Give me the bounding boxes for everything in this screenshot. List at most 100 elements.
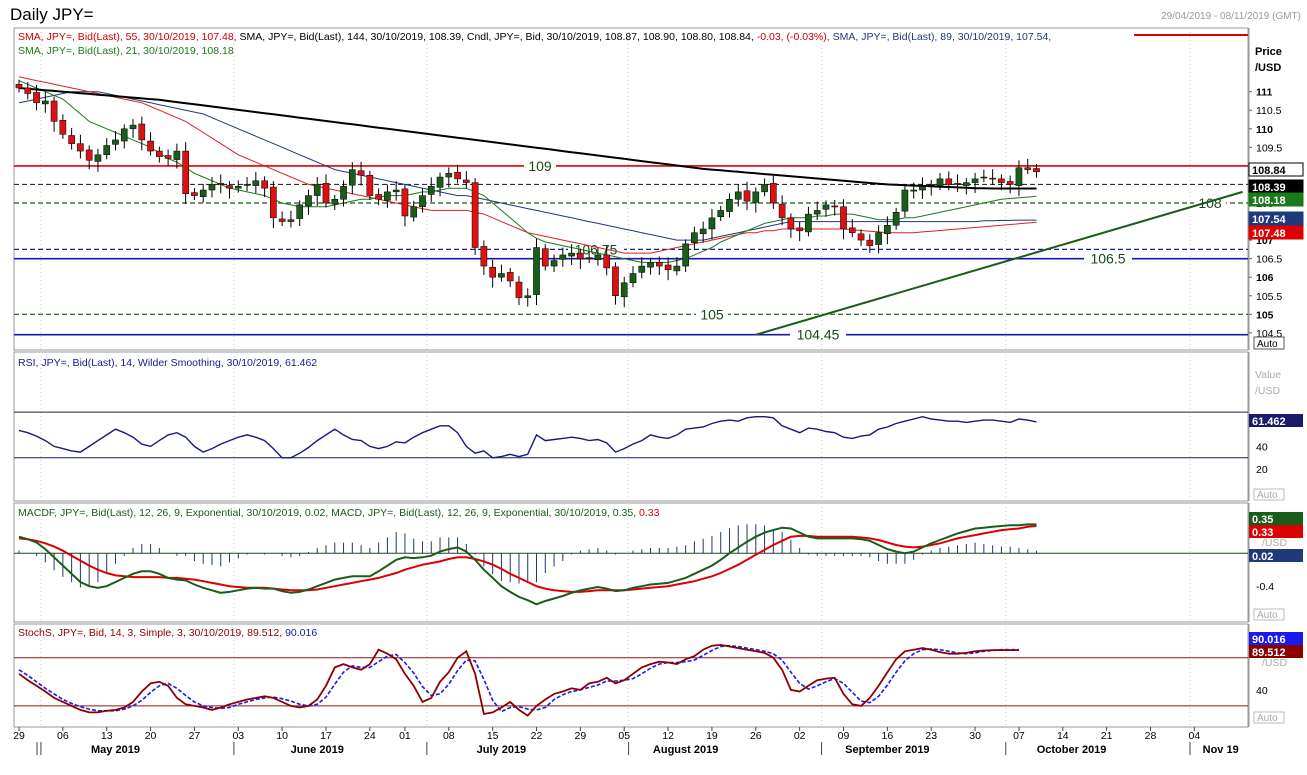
candle-body (664, 264, 672, 271)
price-tick-label: 109.5 (1256, 142, 1282, 154)
candle-body (971, 178, 979, 183)
candle-body (489, 266, 496, 278)
candle-body (936, 178, 944, 186)
candle-body (989, 177, 996, 180)
price-legend-row-1: SMA, JPY=, Bid(Last), 55, 30/10/2019, 10… (18, 31, 1051, 43)
macd-tick-label: -0.4 (1256, 581, 1274, 593)
x-day-label: 13 (101, 730, 113, 742)
candle-body (15, 84, 23, 89)
candle-body (699, 228, 707, 235)
macd-auto-label: Auto (1257, 610, 1278, 621)
candle-body (620, 282, 628, 298)
x-day-label: 20 (145, 730, 157, 742)
candle-body (348, 169, 356, 186)
candle-body (752, 191, 760, 203)
x-day-label: 22 (531, 730, 543, 742)
x-month-label: August 2019 (653, 744, 718, 756)
x-day-label: 29 (13, 730, 25, 742)
candle-body (156, 150, 163, 157)
candle-body (919, 186, 926, 191)
candle-body (998, 178, 1005, 183)
candle-body (612, 266, 619, 297)
candle-body (515, 281, 523, 298)
x-day-label: 30 (969, 730, 981, 742)
candle-body (287, 219, 295, 222)
candle-body (199, 189, 207, 197)
x-day-label: 16 (882, 730, 894, 742)
candle-body (954, 183, 961, 185)
x-day-label: 17 (320, 730, 332, 742)
x-day-label: 12 (662, 730, 674, 742)
candle-body (322, 183, 330, 204)
x-month-label: September 2019 (845, 744, 929, 756)
price-legend-row-2: SMA, JPY=, Bid(Last), 21, 30/10/2019, 10… (18, 45, 234, 57)
stoch-tick-label: 40 (1256, 685, 1268, 697)
candle-body (471, 182, 479, 248)
candle-body (533, 247, 540, 295)
macd-last-value-label: 0.02 (1252, 551, 1273, 563)
stoch-auto-label: Auto (1257, 713, 1278, 724)
x-day-label: 21 (1101, 730, 1113, 742)
level-label-106-5: 106.5 (1090, 251, 1125, 267)
rsi-axis-unit: /USD (1255, 385, 1281, 397)
candle-body (884, 225, 891, 235)
candle-body (568, 252, 575, 257)
candle-body (243, 184, 251, 186)
price-axis-unit: /USD (1255, 62, 1281, 74)
candle-body (129, 124, 137, 130)
candle-body (875, 232, 882, 245)
candle-body (629, 273, 637, 284)
candle-body (94, 154, 102, 162)
level-label-109: 109 (528, 158, 552, 174)
candle-body (743, 190, 751, 202)
candle-body (427, 186, 435, 195)
candle-body (419, 195, 426, 207)
candle-body (541, 248, 549, 267)
x-month-label: Nov 19 (1203, 744, 1239, 756)
candle-body (892, 212, 900, 226)
price-last-value-label: 108.39 (1252, 182, 1286, 194)
candle-body (848, 227, 856, 233)
x-day-label: 24 (364, 730, 376, 742)
candle-body (226, 185, 233, 189)
candle-body (384, 191, 391, 201)
price-tick-label: 110.5 (1256, 105, 1282, 117)
candle-body (191, 192, 198, 196)
candle-body (33, 92, 40, 104)
candle-body (962, 182, 970, 186)
candle-body (234, 186, 242, 189)
candle-body (278, 218, 286, 222)
candle-body (577, 252, 584, 259)
candle-body (770, 183, 777, 204)
candle-body (796, 227, 803, 232)
x-day-label: 01 (399, 730, 411, 742)
x-day-label: 03 (232, 730, 244, 742)
candle-body (655, 262, 663, 267)
candle-body (585, 257, 593, 259)
candle-body (138, 123, 146, 141)
candle-body (208, 184, 216, 191)
price-last-value-label: 107.54 (1252, 214, 1287, 226)
chart-canvas[interactable]: SMA, JPY=, Bid(Last), 55, 30/10/2019, 10… (0, 0, 1307, 775)
candle-body (726, 199, 733, 212)
candle-body (603, 254, 611, 269)
rsi-tick-label: 40 (1256, 441, 1268, 453)
x-day-label: 10 (276, 730, 288, 742)
candle-body (594, 254, 602, 261)
rsi-tick-label: 20 (1256, 464, 1268, 476)
rsi-last-value-label: 61.462 (1252, 416, 1286, 428)
price-last-value-label: 108.18 (1252, 195, 1286, 207)
candle-body (734, 191, 742, 200)
candle-body (682, 243, 689, 267)
x-day-label: 19 (706, 730, 718, 742)
x-day-label: 14 (1057, 730, 1069, 742)
candle-body (392, 189, 400, 193)
x-day-label: 06 (57, 730, 69, 742)
x-day-label: 26 (750, 730, 762, 742)
candle-body (761, 184, 768, 193)
candle-body (331, 199, 339, 205)
price-tick-label: 110 (1256, 124, 1273, 136)
candle-body (1024, 167, 1032, 170)
candle-body (638, 265, 646, 273)
candle-body (59, 120, 67, 135)
